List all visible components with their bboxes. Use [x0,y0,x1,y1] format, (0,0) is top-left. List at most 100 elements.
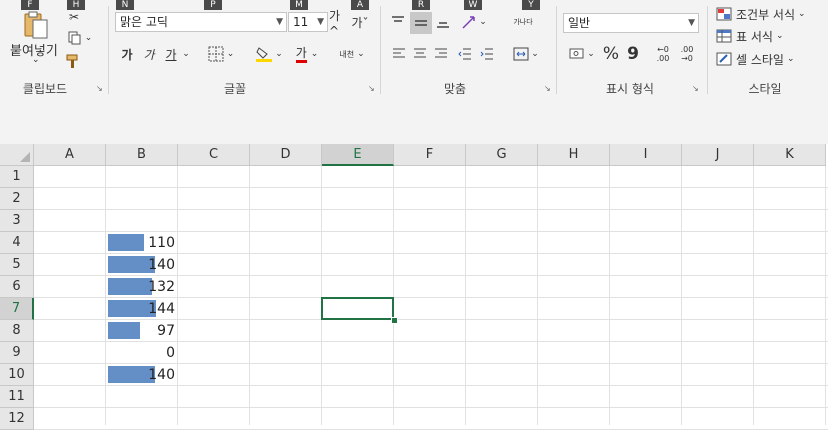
keytip-p: P [204,0,222,10]
row-header-2[interactable]: 2 [0,188,34,210]
gridline [609,166,610,425]
row-header-1[interactable]: 1 [0,166,34,188]
align-center-button[interactable] [411,44,429,64]
row-header-5[interactable]: 5 [0,254,34,276]
clipboard-launcher-icon[interactable]: ↘ [96,84,105,93]
column-header-a[interactable]: A [34,144,106,166]
column-header-c[interactable]: C [178,144,250,166]
gridline [34,407,828,408]
align-center-icon [414,48,426,58]
column-header-i[interactable]: I [610,144,682,166]
conditional-formatting-button[interactable]: 조건부 서식 ⌄ [716,5,816,23]
cell-b8[interactable]: 97 [106,320,175,342]
select-all-button[interactable] [0,144,34,166]
font-color-button[interactable]: 가 ⌄ [290,44,324,64]
alignment-launcher-icon[interactable]: ↘ [544,84,553,93]
merge-center-button[interactable]: ⌄ [510,44,542,64]
font-color-icon: 가 [295,46,307,63]
comma-style-button[interactable]: 9 [624,44,642,64]
column-header-k[interactable]: K [754,144,826,166]
shrink-font-button[interactable]: 가ˇ [350,12,370,32]
row-header-3[interactable]: 3 [0,210,34,232]
align-middle-button[interactable] [410,12,432,34]
keytip-n: N [116,0,134,10]
keytip-f: F [21,0,39,10]
cut-icon[interactable]: ✂ [66,10,82,24]
paste-dropdown-icon[interactable]: ⌄ [32,55,40,65]
fill-bucket-icon [256,47,273,62]
column-header-f[interactable]: F [394,144,466,166]
borders-button[interactable]: ⌄ [205,44,237,64]
format-as-table-button[interactable]: 표 서식 ⌄ [716,27,816,45]
worksheet-grid[interactable]: A B C D E F G H I J K 1 2 3 4 5 6 7 8 9 10 11 12 110 140 132 144 97… [0,144,828,430]
row-header-7[interactable]: 7 [0,298,34,320]
cell-b9[interactable]: 0 [106,342,175,364]
phonetic-guide-button[interactable]: 내천 ⌄ [334,44,370,64]
row-header-11[interactable]: 11 [0,386,34,408]
format-painter-icon[interactable] [64,52,82,70]
cell-styles-button[interactable]: 셀 스타일 ⌄ [716,50,816,68]
fill-handle[interactable] [391,317,398,324]
underline-button[interactable]: 가 [162,44,180,64]
cell-b6[interactable]: 132 [106,276,175,298]
font-launcher-icon[interactable]: ↘ [368,84,377,93]
font-name-dropdown[interactable]: 맑은 고딕 ▼ [115,12,287,32]
paste-button[interactable] [20,10,52,40]
selected-cell[interactable] [321,297,394,320]
align-right-button[interactable] [432,44,450,64]
number-group-label: 표시 형식 [606,82,654,96]
text-orientation-icon [462,16,475,29]
currency-icon [569,48,584,59]
number-format-dropdown[interactable]: 일반 ▼ [563,13,699,33]
separator [108,6,109,94]
number-format-value: 일반 [568,16,591,30]
separator [707,6,708,94]
number-launcher-icon[interactable]: ↘ [692,84,701,93]
row-header-10[interactable]: 10 [0,364,34,386]
column-header-d[interactable]: D [250,144,322,166]
column-header-h[interactable]: H [538,144,610,166]
separator [556,6,557,94]
keytip-r: R [412,0,430,10]
column-header-g[interactable]: G [466,144,538,166]
accounting-format-button[interactable]: ⌄ [566,44,598,64]
increase-indent-button[interactable] [478,44,496,64]
font-size-dropdown[interactable]: 11 ▼ [288,12,328,32]
bold-button[interactable]: 가 [118,44,136,64]
row-header-4[interactable]: 4 [0,232,34,254]
column-header-e[interactable]: E [322,144,394,166]
copy-button[interactable]: ⌄ [64,30,96,46]
cell-b4[interactable]: 110 [106,232,175,254]
align-top-button[interactable] [388,12,408,32]
row-header-8[interactable]: 8 [0,320,34,342]
align-left-button[interactable] [390,44,408,64]
decrease-indent-button[interactable] [456,44,474,64]
row-header-12[interactable]: 12 [0,408,34,430]
wrap-text-button[interactable]: 가나다 [512,10,534,34]
font-name-value: 맑은 고딕 [120,15,168,29]
cell-b10[interactable]: 140 [106,364,175,386]
italic-button[interactable]: 가 [140,44,158,64]
keytip-y: Y [522,0,540,10]
column-header-j[interactable]: J [682,144,754,166]
styles-group-label: 스타일 [748,82,782,96]
column-header-b[interactable]: B [106,144,178,166]
decrease-decimal-button[interactable]: .00 →0 [676,42,698,66]
align-bottom-button[interactable] [433,12,453,32]
percent-button[interactable]: % [602,44,620,64]
chevron-down-icon: ▼ [688,18,695,28]
fill-color-button[interactable]: ⌄ [252,44,286,64]
keytip-w: W [464,0,482,10]
grow-font-button[interactable]: 가^ [329,9,349,38]
copy-icon [68,31,81,45]
cell-b5[interactable]: 140 [106,254,175,276]
orientation-button[interactable]: ⌄ [458,12,490,32]
gridline [249,166,250,425]
underline-dropdown-icon[interactable]: ⌄ [181,44,191,64]
gridline [825,166,826,425]
cell-b7[interactable]: 144 [106,298,175,320]
keytip-h: H [67,0,85,10]
row-header-9[interactable]: 9 [0,342,34,364]
row-header-6[interactable]: 6 [0,276,34,298]
increase-decimal-button[interactable]: ←0 .00 [652,42,674,66]
